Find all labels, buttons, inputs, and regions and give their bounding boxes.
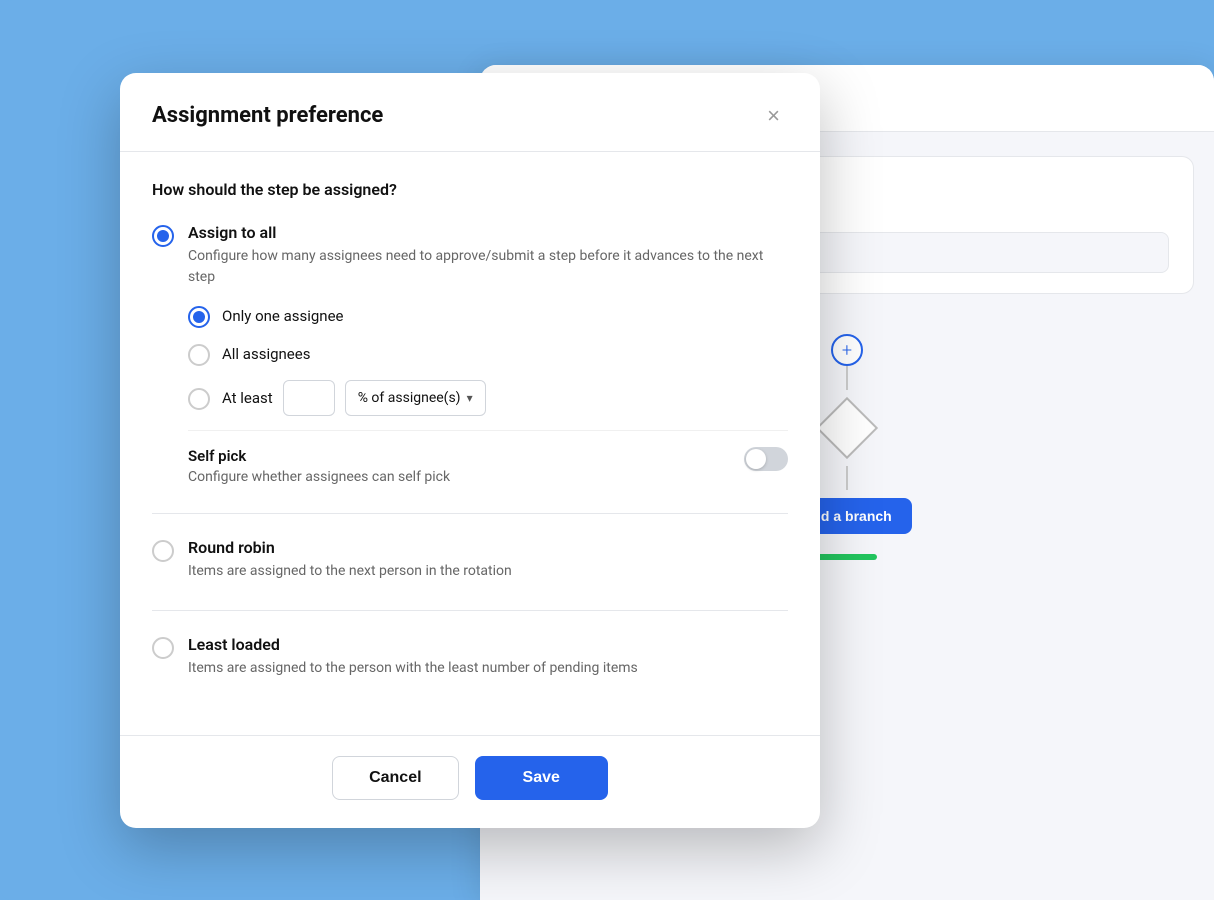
assign-all-desc: Configure how many assignees need to app… — [188, 246, 788, 288]
sub-options: Only one assignee All assignees At least — [188, 304, 788, 416]
all-assignees-label: All assignees — [222, 345, 310, 363]
close-button[interactable]: × — [759, 101, 788, 131]
assign-all-content: Assign to all Configure how many assigne… — [188, 223, 788, 485]
radio-round-robin[interactable] — [152, 540, 174, 562]
least-loaded-title: Least loaded — [188, 635, 788, 654]
radio-assign-all[interactable] — [152, 225, 174, 247]
self-pick-toggle[interactable] — [744, 447, 788, 471]
self-pick-row: Self pick Configure whether assignees ca… — [188, 430, 788, 485]
round-robin-desc: Items are assigned to the next person in… — [188, 561, 788, 582]
at-least-input[interactable] — [283, 380, 335, 416]
option-round-robin[interactable]: Round robin Items are assigned to the ne… — [152, 538, 788, 582]
modal-title: Assignment preference — [152, 103, 383, 128]
toggle-knob — [746, 449, 766, 469]
option-least-loaded[interactable]: Least loaded Items are assigned to the p… — [152, 635, 788, 679]
modal-header: Assignment preference × — [120, 73, 820, 152]
cancel-button[interactable]: Cancel — [332, 756, 458, 800]
modal-overlay: Assignment preference × How should the s… — [0, 0, 1214, 900]
only-one-label: Only one assignee — [222, 307, 344, 325]
section-question: How should the step be assigned? — [152, 180, 788, 199]
round-robin-content: Round robin Items are assigned to the ne… — [188, 538, 788, 582]
radio-least-loaded[interactable] — [152, 637, 174, 659]
at-least-dropdown-label: % of assignee(s) — [358, 390, 461, 406]
at-least-row: At least % of assignee(s) ▾ — [222, 380, 486, 416]
modal-body: How should the step be assigned? Assign … — [120, 152, 820, 735]
sub-option-only-one[interactable]: Only one assignee — [188, 304, 788, 328]
radio-all-assignees[interactable] — [188, 344, 210, 366]
assignment-preference-modal: Assignment preference × How should the s… — [120, 73, 820, 828]
chevron-down-icon: ▾ — [467, 391, 473, 405]
sub-option-all-assignees[interactable]: All assignees — [188, 342, 788, 366]
radio-only-one[interactable] — [188, 306, 210, 328]
self-pick-label: Self pick — [188, 447, 728, 465]
round-robin-title: Round robin — [188, 538, 788, 557]
at-least-dropdown[interactable]: % of assignee(s) ▾ — [345, 380, 486, 416]
radio-at-least[interactable] — [188, 388, 210, 410]
modal-footer: Cancel Save — [120, 735, 820, 828]
option-assign-all[interactable]: Assign to all Configure how many assigne… — [152, 223, 788, 485]
assign-all-title: Assign to all — [188, 223, 788, 242]
least-loaded-content: Least loaded Items are assigned to the p… — [188, 635, 788, 679]
self-pick-content: Self pick Configure whether assignees ca… — [188, 447, 728, 485]
save-button[interactable]: Save — [475, 756, 608, 800]
section-divider-2 — [152, 610, 788, 611]
section-divider-1 — [152, 513, 788, 514]
least-loaded-desc: Items are assigned to the person with th… — [188, 658, 788, 679]
self-pick-desc: Configure whether assignees can self pic… — [188, 469, 728, 485]
at-least-label: At least — [222, 389, 273, 407]
sub-option-at-least[interactable]: At least % of assignee(s) ▾ — [188, 380, 788, 416]
